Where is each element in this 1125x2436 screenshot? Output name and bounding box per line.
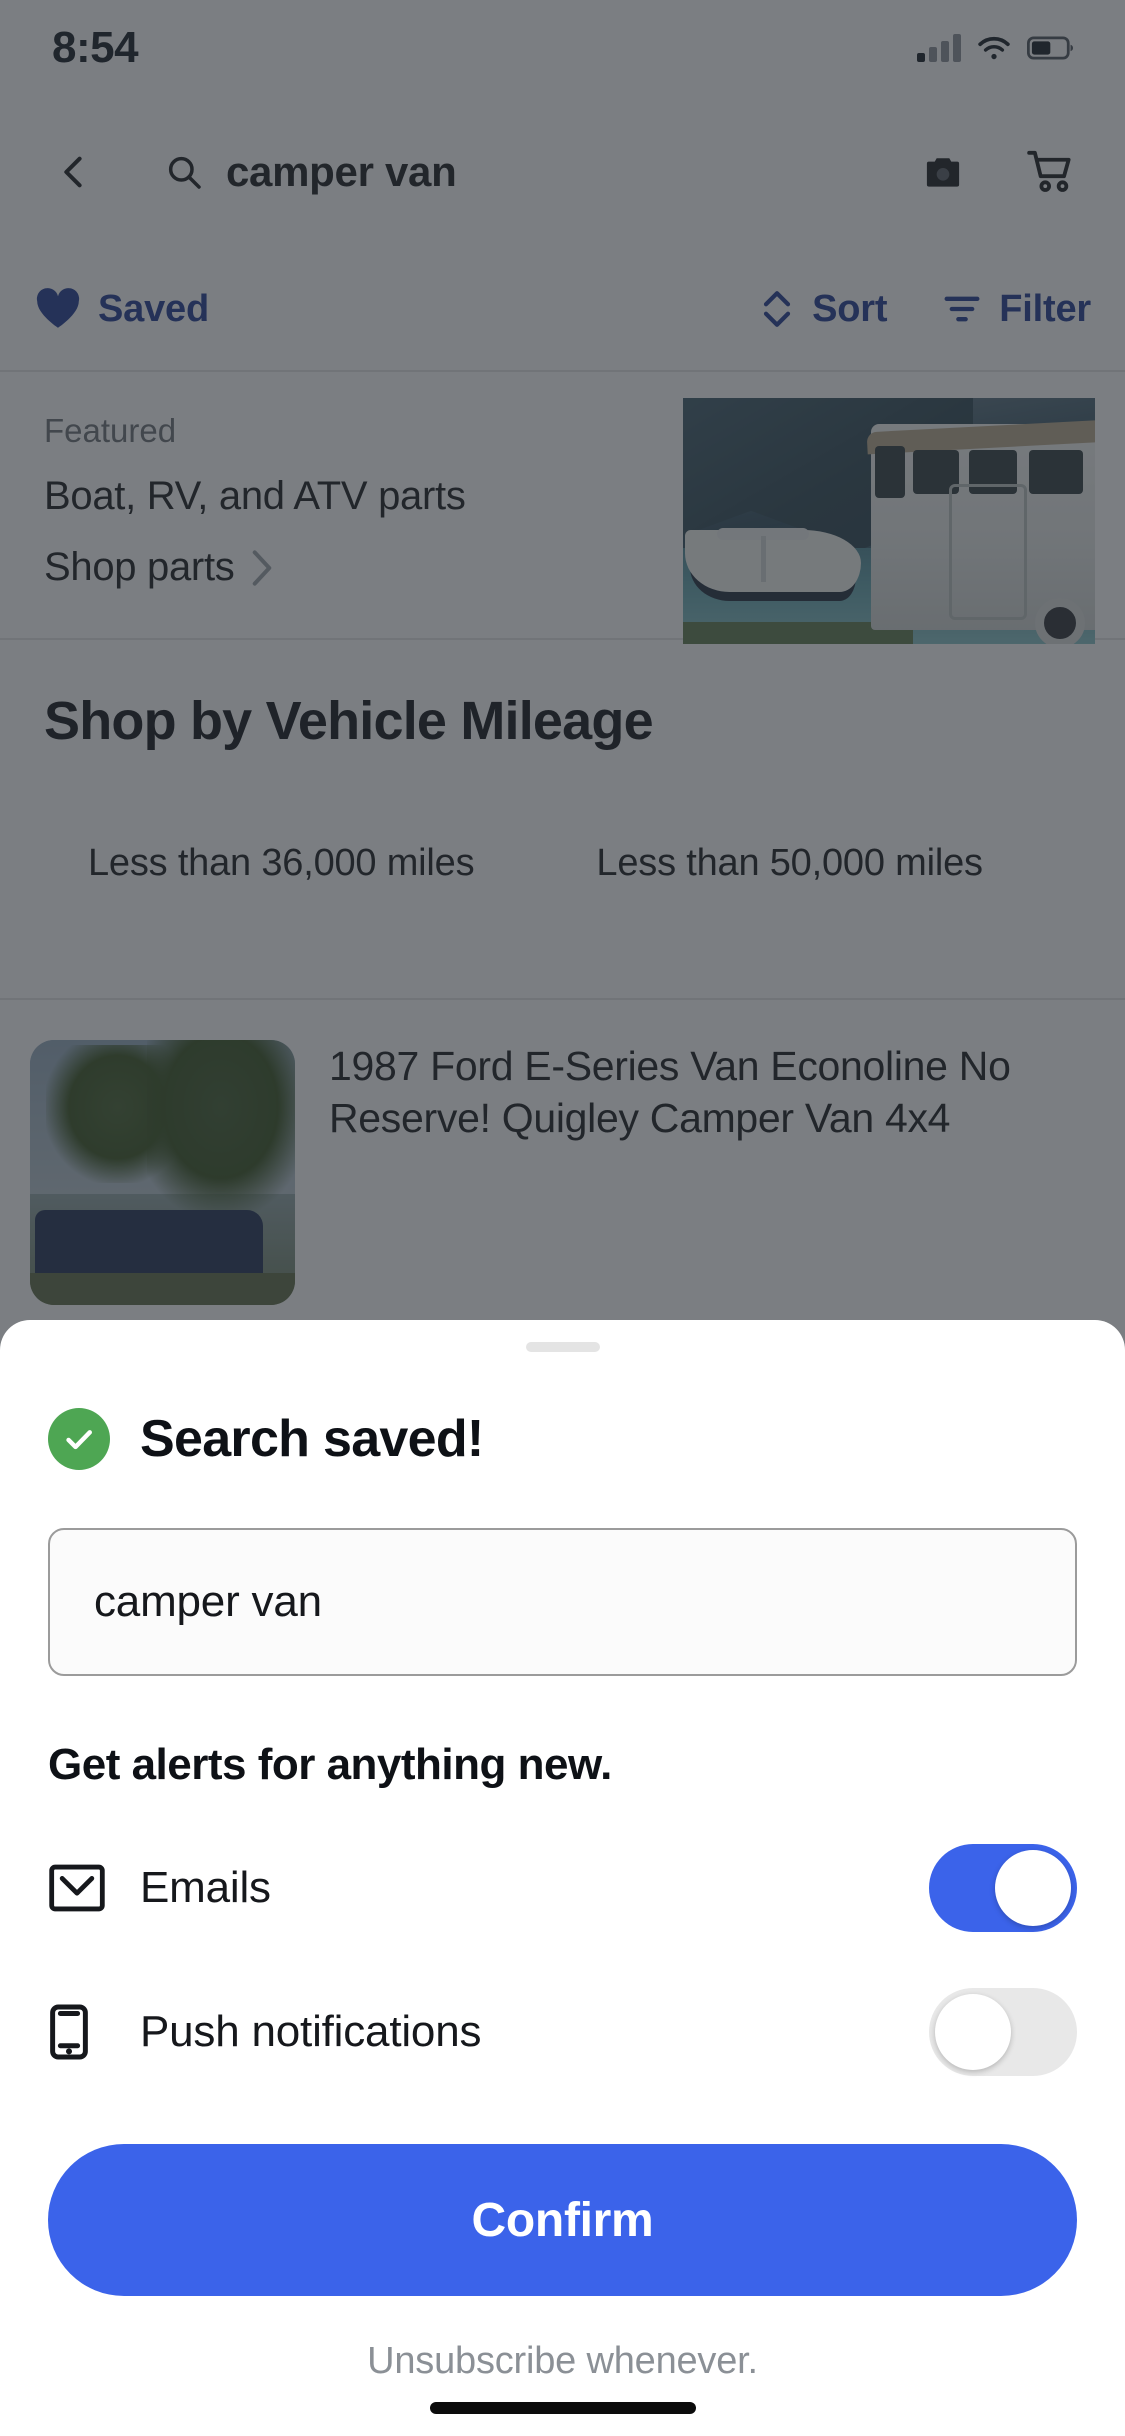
alert-label-emails: Emails [140, 1863, 271, 1912]
alert-row-emails: Emails [48, 1842, 1077, 1934]
alert-row-push: Push notifications [48, 1986, 1077, 2078]
home-indicator [429, 2402, 696, 2414]
envelope-icon [48, 1864, 114, 1912]
footer-note: Unsubscribe whenever. [367, 2340, 758, 2382]
push-notifications-toggle[interactable] [929, 1988, 1077, 2076]
saved-search-name-value: camper van [94, 1577, 322, 1626]
emails-toggle[interactable] [929, 1844, 1077, 1932]
sheet-header: Search saved! [48, 1408, 1077, 1470]
confirm-button[interactable]: Confirm [48, 2144, 1077, 2296]
alert-label-push: Push notifications [140, 2007, 482, 2056]
mobile-phone-icon [48, 2004, 114, 2060]
sheet-title: Search saved! [140, 1410, 484, 1468]
saved-search-name-input[interactable]: camper van [48, 1528, 1077, 1676]
alerts-heading: Get alerts for anything new. [48, 1740, 612, 1789]
drag-handle[interactable] [525, 1342, 600, 1352]
save-search-bottom-sheet: Search saved! camper van Get alerts for … [0, 1320, 1125, 2436]
check-circle-icon [48, 1408, 110, 1470]
